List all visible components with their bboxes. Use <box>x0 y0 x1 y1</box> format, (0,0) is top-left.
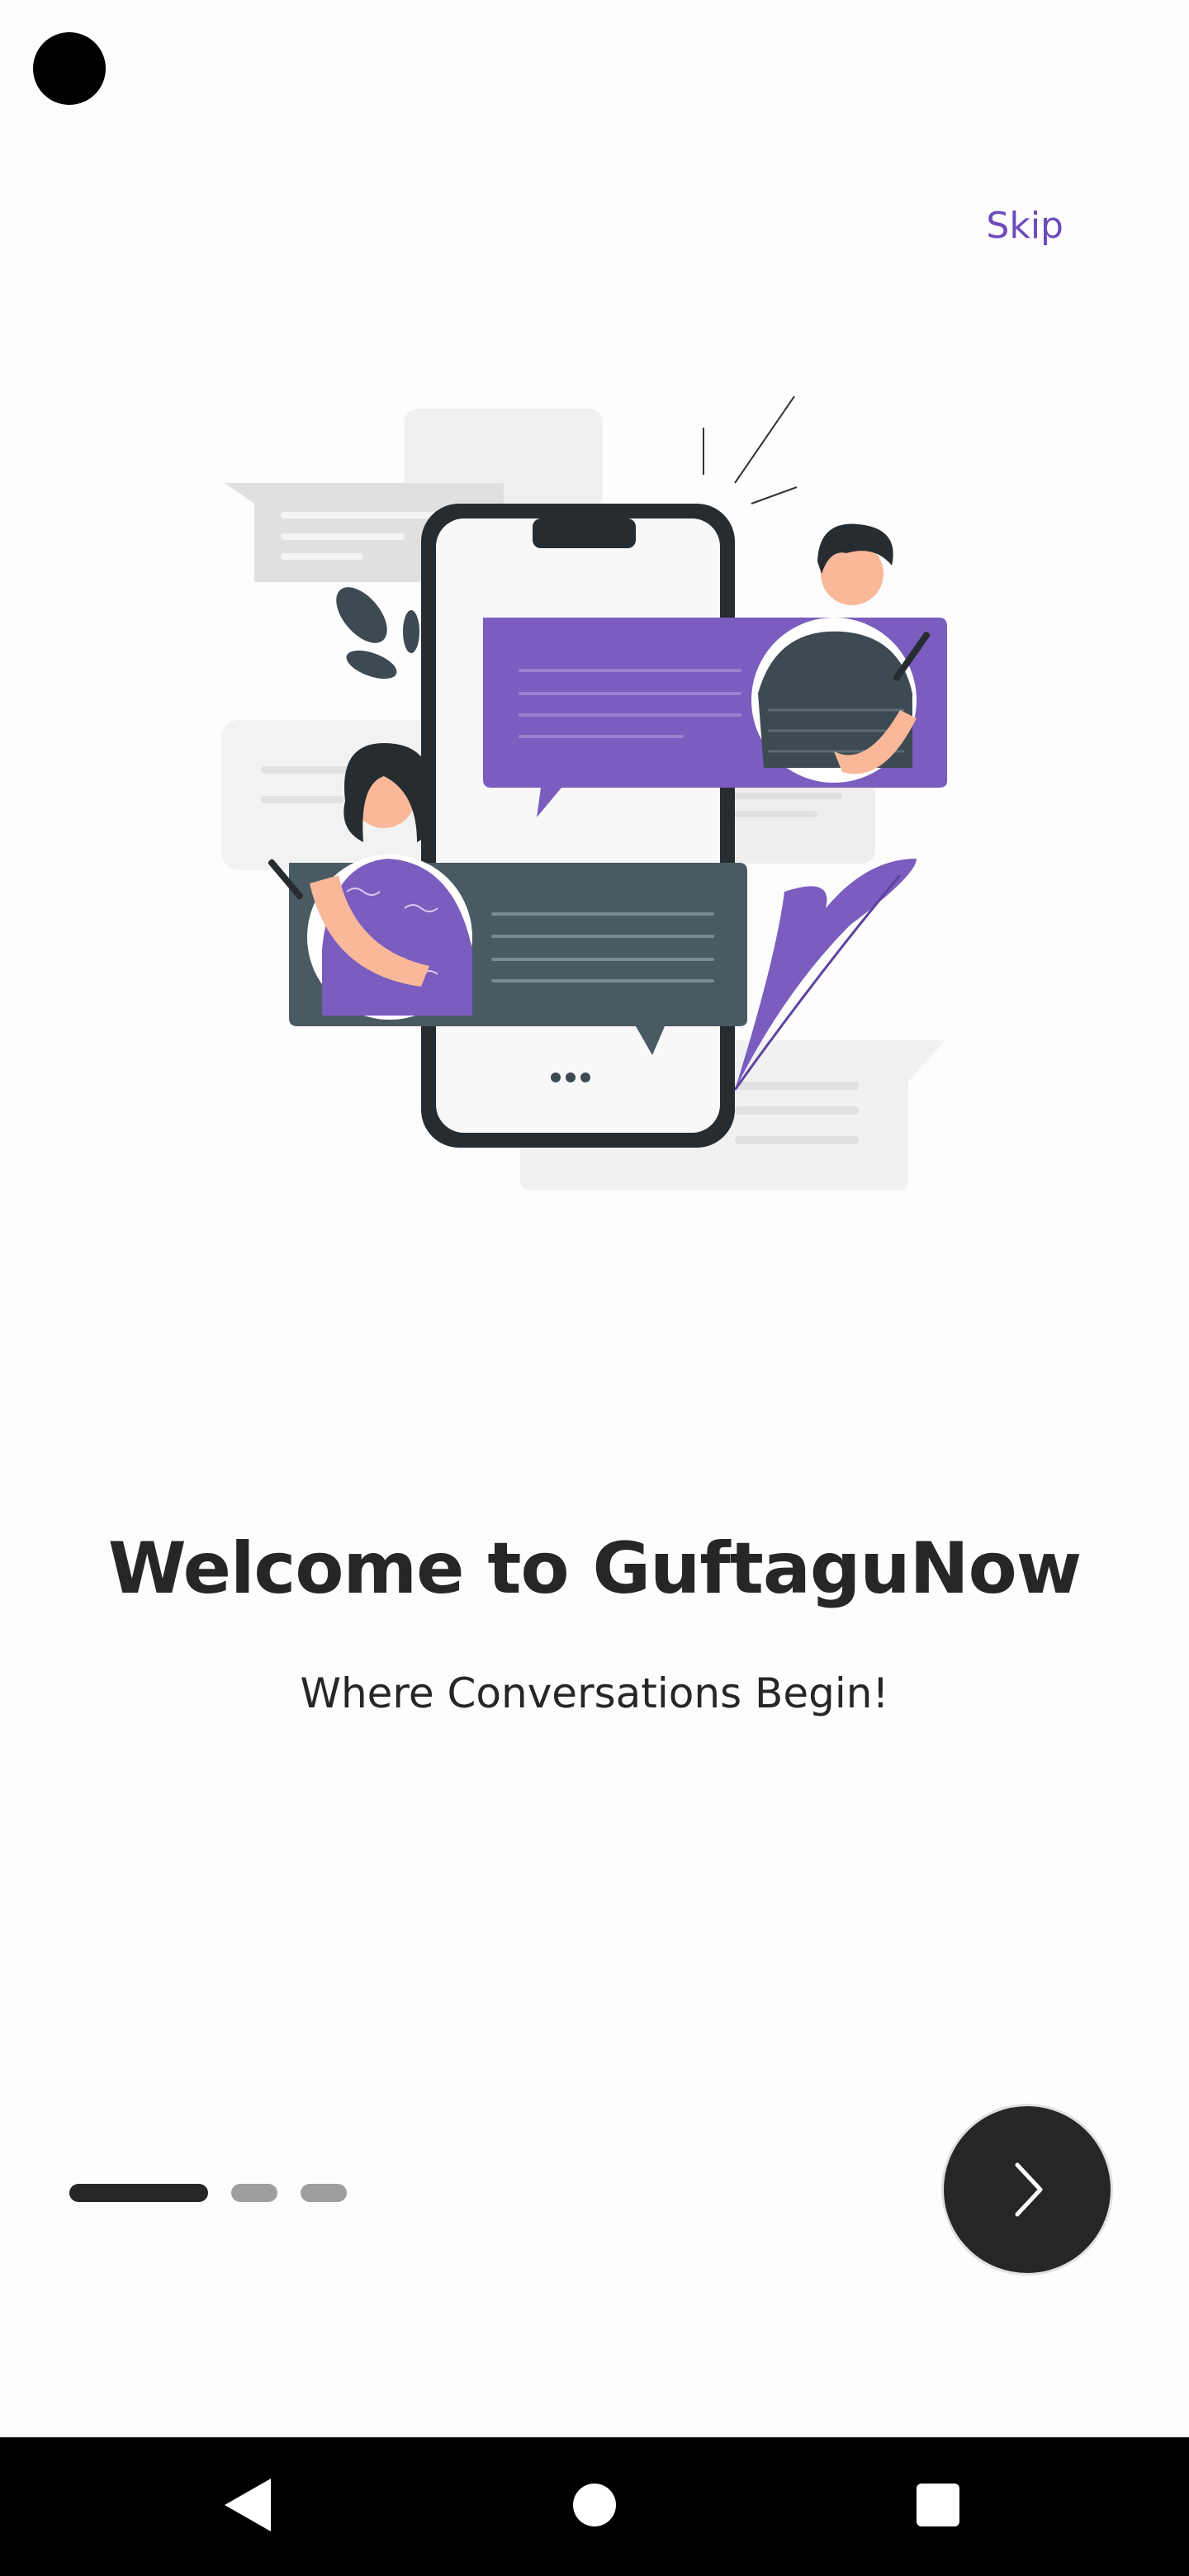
page-indicator-dot <box>301 2184 347 2202</box>
chat-illustration <box>221 395 947 1191</box>
recent-apps-square-icon[interactable] <box>917 2484 959 2526</box>
page-indicator <box>69 2184 347 2202</box>
home-circle-icon[interactable] <box>573 2484 616 2526</box>
camera-cutout <box>33 32 106 105</box>
page-indicator-dot-active <box>69 2184 208 2202</box>
page-indicator-dot <box>231 2184 277 2202</box>
next-button[interactable] <box>941 2104 1113 2275</box>
onboarding-title: Welcome to GuftaguNow <box>107 1527 1082 1610</box>
onboarding-subtitle: Where Conversations Begin! <box>300 1669 889 1717</box>
skip-button[interactable]: Skip <box>986 205 1063 247</box>
chevron-right-icon <box>1015 2162 1043 2217</box>
back-triangle-icon[interactable] <box>225 2479 271 2531</box>
system-navigation-bar <box>0 2437 1189 2576</box>
